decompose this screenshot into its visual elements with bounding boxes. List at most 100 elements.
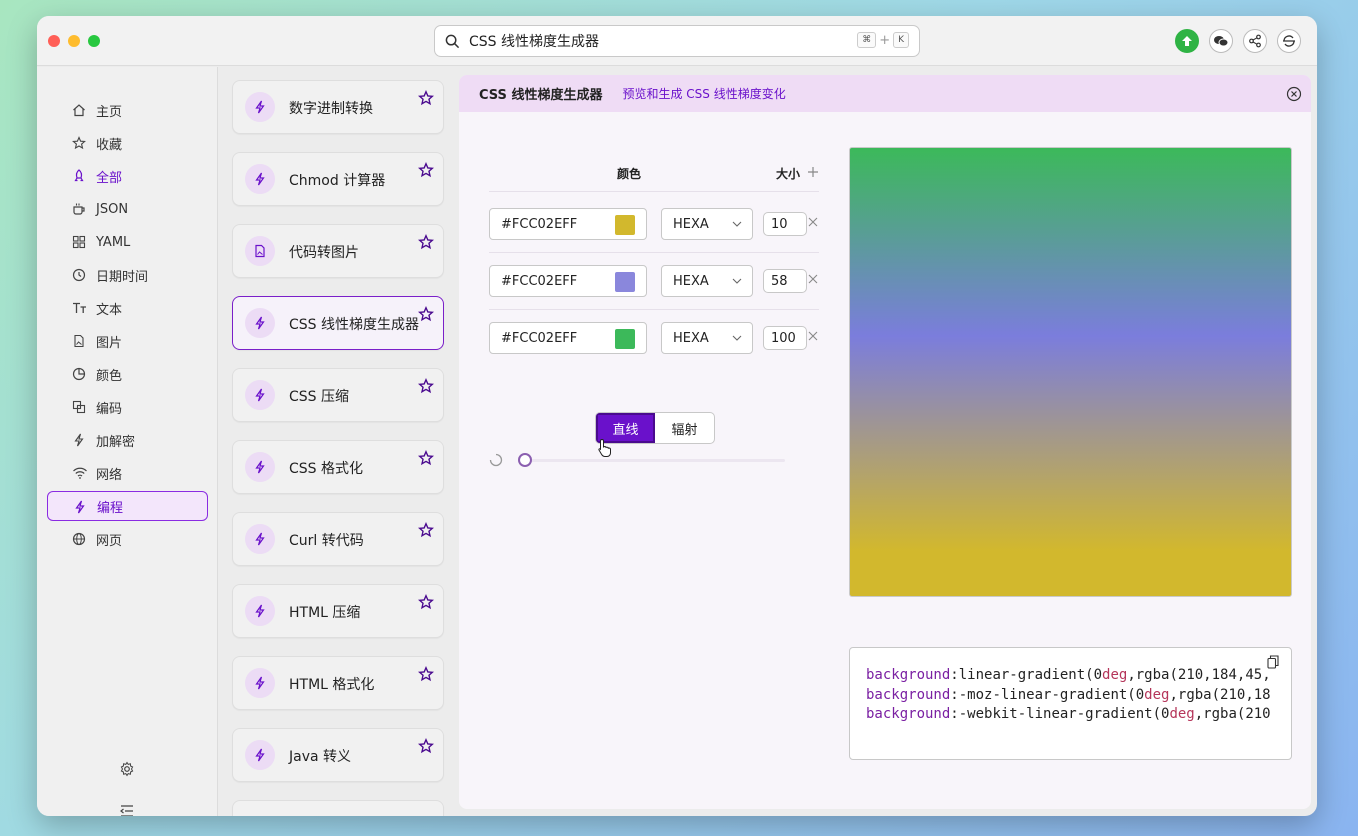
format-select[interactable]: HEXA (661, 265, 753, 297)
tool-card[interactable]: Curl 转代码 (232, 512, 444, 566)
sidebar-item-json[interactable]: JSON (47, 194, 208, 224)
bolt-icon (245, 452, 275, 482)
sidebar-item-color[interactable]: 颜色 (47, 359, 208, 389)
divider (489, 252, 819, 253)
sidebar-item-text[interactable]: 文本 (47, 293, 208, 323)
star-icon[interactable] (418, 522, 434, 538)
format-select[interactable]: HEXA (661, 208, 753, 240)
search-bar[interactable]: CSS 线性梯度生成器 ⌘ + K (434, 25, 920, 57)
sidebar-item-yaml[interactable]: YAML (47, 227, 208, 257)
tool-card[interactable]: HTML 压缩 (232, 584, 444, 638)
wifi-icon (73, 467, 87, 479)
sidebar-item-image[interactable]: 图片 (47, 326, 208, 356)
angle-slider-handle[interactable] (518, 453, 532, 467)
bolt-icon (245, 308, 275, 338)
minimize-window-button[interactable] (68, 35, 80, 47)
add-stop-icon[interactable] (807, 166, 819, 178)
bolt-icon (245, 380, 275, 410)
sidebar-item-all[interactable]: 全部 (47, 161, 208, 191)
bolt-icon (75, 500, 85, 514)
angle-spinner-icon[interactable] (489, 453, 503, 467)
star-icon[interactable] (418, 738, 434, 754)
size-input[interactable]: 100 (763, 326, 807, 350)
chevron-down-icon (732, 335, 742, 341)
globe-icon (72, 532, 86, 546)
sidebar-item-encoding[interactable]: 编码 (47, 392, 208, 422)
tool-card-title: HTML 格式化 (289, 677, 375, 693)
tool-list: 数字进制转换 Chmod 计算器 代码转图片 CSS 线性梯度生成器 CSS 压… (219, 67, 456, 816)
color-swatch[interactable] (615, 329, 635, 349)
color-stop-row: #FCC02EFF HEXA 58 (489, 265, 829, 297)
shortcut-hint: ⌘ + K (857, 32, 909, 48)
sidebar-item-web[interactable]: 网页 (47, 524, 208, 554)
css-code-output[interactable]: background:linear-gradient(0deg,rgba(210… (849, 647, 1292, 760)
close-icon[interactable] (1286, 86, 1302, 102)
update-button[interactable] (1175, 29, 1199, 53)
chevron-down-icon (732, 278, 742, 284)
sidebar-item-programming[interactable]: 编程 (47, 491, 208, 521)
settings-icon[interactable] (119, 761, 135, 777)
wechat-button[interactable] (1209, 29, 1233, 53)
bolt-icon (245, 596, 275, 626)
star-icon[interactable] (418, 234, 434, 250)
tool-card[interactable]: CSS 压缩 (232, 368, 444, 422)
tool-card[interactable]: CSS 格式化 (232, 440, 444, 494)
tool-card[interactable]: HTML 格式化 (232, 656, 444, 710)
search-input[interactable]: CSS 线性梯度生成器 (469, 31, 599, 51)
tool-card[interactable]: Java 转义 (232, 728, 444, 782)
color-swatch[interactable] (615, 272, 635, 292)
tool-card[interactable]: Chmod 计算器 (232, 152, 444, 206)
copy-icon (72, 400, 86, 414)
bolt-icon (245, 740, 275, 770)
star-icon[interactable] (418, 450, 434, 466)
bolt-icon (245, 92, 275, 122)
tool-card-title: Java 转义 (289, 749, 352, 765)
star-icon[interactable] (418, 306, 434, 322)
delete-icon[interactable] (808, 217, 818, 227)
star-icon[interactable] (418, 90, 434, 106)
tool-card-title: Curl 转代码 (289, 533, 364, 549)
pointer-cursor-icon (598, 438, 611, 457)
maximize-window-button[interactable] (88, 35, 100, 47)
divider (489, 309, 819, 310)
color-stop-row: #FCC02EFF HEXA 100 (489, 322, 829, 354)
sidebar-item-favorites[interactable]: 收藏 (47, 128, 208, 158)
tool-card[interactable]: 代码转图片 (232, 224, 444, 278)
tool-card-title: CSS 线性梯度生成器 (289, 317, 419, 333)
size-input[interactable]: 58 (763, 269, 807, 293)
delete-icon[interactable] (808, 331, 818, 341)
share-icon (1249, 34, 1261, 48)
cup-icon (73, 203, 85, 215)
bolt-icon (245, 524, 275, 554)
star-icon[interactable] (418, 162, 434, 178)
collapse-sidebar-icon[interactable] (119, 803, 135, 816)
format-select[interactable]: HEXA (661, 322, 753, 354)
gradient-mode-toggle: 直线 辐射 (595, 412, 715, 444)
color-swatch[interactable] (615, 215, 635, 235)
tool-card[interactable] (232, 800, 444, 816)
bolt-icon (245, 668, 275, 698)
sidebar-item-datetime[interactable]: 日期时间 (47, 260, 208, 290)
mode-radial-button[interactable]: 辐射 (655, 413, 714, 443)
close-window-button[interactable] (48, 35, 60, 47)
sidebar-item-crypto[interactable]: 加解密 (47, 425, 208, 455)
star-icon[interactable] (418, 666, 434, 682)
tool-card[interactable]: CSS 线性梯度生成器 (232, 296, 444, 350)
sidebar-item-home[interactable]: 主页 (47, 95, 208, 125)
page-subtitle: 预览和生成 CSS 线性梯度变化 (622, 87, 786, 101)
sidebar-item-network[interactable]: 网络 (47, 458, 208, 488)
home-icon (73, 104, 85, 117)
page-title: CSS 线性梯度生成器 (479, 88, 603, 103)
color-stop-row: #FCC02EFF HEXA 10 (489, 208, 829, 240)
angle-slider-track[interactable] (519, 459, 785, 462)
delete-icon[interactable] (808, 274, 818, 284)
size-input[interactable]: 10 (763, 212, 807, 236)
share-button[interactable] (1243, 29, 1267, 53)
sync-button[interactable] (1277, 29, 1301, 53)
sidebar: 主页 收藏 全部 JSON YAML 日期时间 文本 图片 颜色 编码 加解密 … (37, 67, 218, 816)
column-header-color: 颜色 (617, 167, 642, 181)
tool-card[interactable]: 数字进制转换 (232, 80, 444, 134)
arrow-up-icon (1182, 36, 1192, 46)
star-icon[interactable] (418, 594, 434, 610)
star-icon[interactable] (418, 378, 434, 394)
